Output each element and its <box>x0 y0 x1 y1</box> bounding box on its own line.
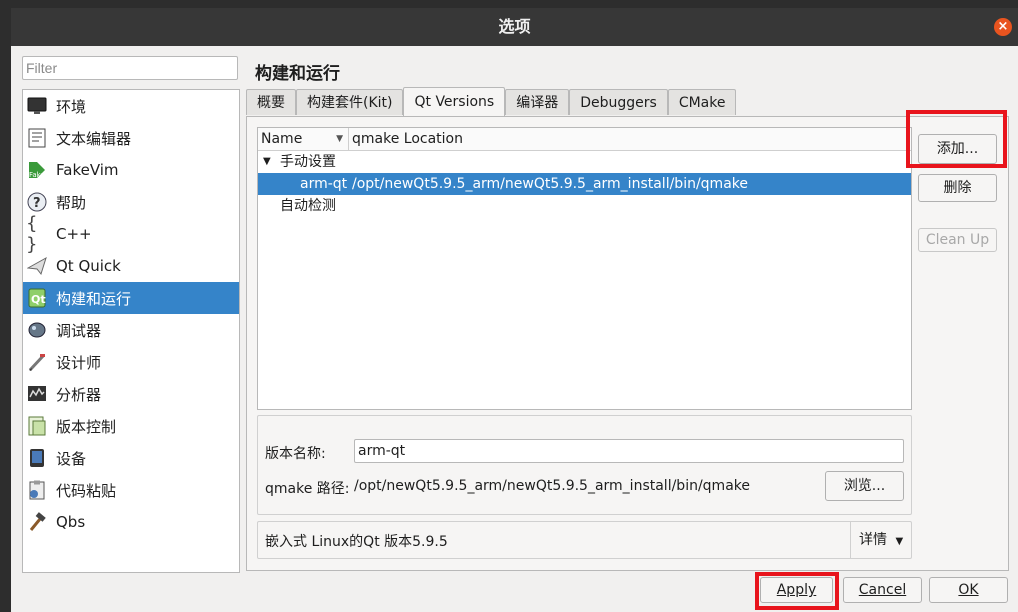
analyzer-icon <box>26 383 48 405</box>
sidebar-item-label: C++ <box>56 225 92 243</box>
row-name: arm-qt <box>300 176 348 192</box>
sidebar-item-label: 分析器 <box>56 385 102 404</box>
cpp-braces-icon: { } <box>26 213 38 255</box>
qmake-path-value: /opt/newQt5.9.5_arm/newQt5.9.5_arm_insta… <box>354 478 750 494</box>
sidebar-item-code-paste[interactable]: 代码粘贴 <box>23 474 239 506</box>
sidebar-item-designer[interactable]: 设计师 <box>23 346 239 378</box>
svg-text:Fake: Fake <box>29 171 45 179</box>
ok-button[interactable]: OK <box>929 577 1008 603</box>
tab-kits[interactable]: 构建套件(Kit) <box>296 89 404 115</box>
svg-text:?: ? <box>33 196 41 211</box>
browse-button[interactable]: 浏览... <box>825 471 904 501</box>
sidebar-item-analyzer[interactable]: 分析器 <box>23 378 239 410</box>
qt-versions-tree[interactable]: Name ▼ qmake Location ▼ 手动设置 arm-qt /opt/… <box>257 127 912 410</box>
designer-icon <box>26 351 48 373</box>
options-dialog: 选项 × 环境 文本编辑器 Fake FakeVim ? 帮助 { } C++ … <box>11 8 1018 612</box>
sidebar-item-label: 版本控制 <box>56 417 117 436</box>
row-location: /opt/newQt5.9.5_arm/newQt5.9.5_arm_insta… <box>352 176 748 192</box>
page-title: 构建和运行 <box>255 64 340 84</box>
sidebar-item-label: 代码粘贴 <box>56 481 117 500</box>
monitor-icon <box>26 95 48 117</box>
category-sidebar: 环境 文本编辑器 Fake FakeVim ? 帮助 { } C++ Qt Qu… <box>22 89 240 573</box>
expand-arrow-icon[interactable]: ▼ <box>263 151 271 173</box>
sidebar-item-debugger[interactable]: 调试器 <box>23 314 239 346</box>
tab-qt-versions[interactable]: Qt Versions <box>403 87 506 116</box>
tab-debuggers[interactable]: Debuggers <box>569 89 668 115</box>
sidebar-item-label: FakeVim <box>56 161 119 179</box>
sidebar-item-device[interactable]: 设备 <box>23 442 239 474</box>
title-bar: 选项 × <box>11 8 1018 46</box>
tab-cmake[interactable]: CMake <box>667 89 737 115</box>
tree-group-auto[interactable]: 自动检测 <box>258 195 911 217</box>
code-paste-icon <box>26 479 48 501</box>
clean-up-button[interactable]: Clean Up <box>918 228 997 252</box>
version-info-text: 嵌入式 Linux的Qt 版本5.9.5 <box>265 534 448 550</box>
sidebar-item-label: 环境 <box>56 97 87 116</box>
sidebar-item-environment[interactable]: 环境 <box>23 90 239 122</box>
version-info: 嵌入式 Linux的Qt 版本5.9.5 详情 ▼ <box>257 521 912 559</box>
chevron-down-icon: ▼ <box>895 536 904 547</box>
highlight-box-apply <box>755 572 839 610</box>
version-name-field[interactable]: arm-qt <box>354 439 904 463</box>
tree-group-manual[interactable]: ▼ 手动设置 <box>258 151 911 173</box>
cancel-button[interactable]: Cancel <box>843 577 922 603</box>
tab-bar: 概要 构建套件(Kit) Qt Versions 编译器 Debuggers C… <box>246 87 737 116</box>
table-row[interactable]: arm-qt /opt/newQt5.9.5_arm/newQt5.9.5_ar… <box>258 173 911 195</box>
filter-input[interactable] <box>22 56 238 80</box>
help-icon: ? <box>26 191 48 213</box>
sidebar-item-build-run[interactable]: Qt 构建和运行 <box>23 282 239 314</box>
dialog-title: 选项 <box>498 17 531 36</box>
paper-plane-icon <box>26 255 48 277</box>
tree-header: Name ▼ qmake Location <box>258 128 911 151</box>
sidebar-item-label: 构建和运行 <box>56 289 132 308</box>
fakevim-icon: Fake <box>26 159 48 181</box>
sidebar-item-label: 调试器 <box>56 321 102 340</box>
version-control-icon <box>26 415 48 437</box>
qmake-path-label: qmake 路径: <box>265 481 350 497</box>
ok-label: OK <box>958 582 979 598</box>
close-icon[interactable]: × <box>994 18 1012 36</box>
group-label: 自动检测 <box>280 198 336 214</box>
hammer-icon <box>26 511 48 533</box>
sidebar-item-text-editor[interactable]: 文本编辑器 <box>23 122 239 154</box>
highlight-box-add <box>906 110 1007 168</box>
group-label: 手动设置 <box>280 154 336 170</box>
sidebar-item-help[interactable]: ? 帮助 <box>23 186 239 218</box>
sidebar-item-label: Qt Quick <box>56 257 121 275</box>
sidebar-item-qbs[interactable]: Qbs <box>23 506 239 538</box>
sidebar-item-label: 设备 <box>56 449 87 468</box>
sidebar-item-label: Qbs <box>56 513 86 531</box>
sidebar-item-label: 帮助 <box>56 193 87 212</box>
column-header-qmake-location[interactable]: qmake Location <box>349 128 463 150</box>
sidebar-item-qt-quick[interactable]: Qt Quick <box>23 250 239 282</box>
column-header-name[interactable]: Name ▼ <box>258 128 349 150</box>
version-name-label: 版本名称: <box>265 446 326 462</box>
tab-overview[interactable]: 概要 <box>246 89 296 115</box>
sidebar-item-label: 设计师 <box>56 353 102 372</box>
details-button[interactable]: 详情 ▼ <box>850 522 911 558</box>
column-header-label: Name <box>261 131 303 147</box>
svg-text:Qt: Qt <box>31 293 46 306</box>
sidebar-item-version-control[interactable]: 版本控制 <box>23 410 239 442</box>
sort-arrow-icon: ▼ <box>336 134 343 144</box>
qt-versions-panel: Name ▼ qmake Location ▼ 手动设置 arm-qt /opt/… <box>246 116 1009 571</box>
sidebar-item-label: 文本编辑器 <box>56 129 132 148</box>
sidebar-item-cpp[interactable]: { } C++ <box>23 213 239 255</box>
version-details: 版本名称: arm-qt qmake 路径: /opt/newQt5.9.5_a… <box>257 415 912 515</box>
debugger-icon <box>26 319 48 341</box>
build-run-icon: Qt <box>26 287 48 309</box>
device-icon <box>26 447 48 469</box>
sidebar-item-fakevim[interactable]: Fake FakeVim <box>23 154 239 186</box>
remove-button[interactable]: 删除 <box>918 174 997 202</box>
details-label: 详情 <box>859 532 887 548</box>
tab-compilers[interactable]: 编译器 <box>505 89 570 115</box>
text-editor-icon <box>26 127 48 149</box>
cancel-label: Cancel <box>858 582 907 598</box>
